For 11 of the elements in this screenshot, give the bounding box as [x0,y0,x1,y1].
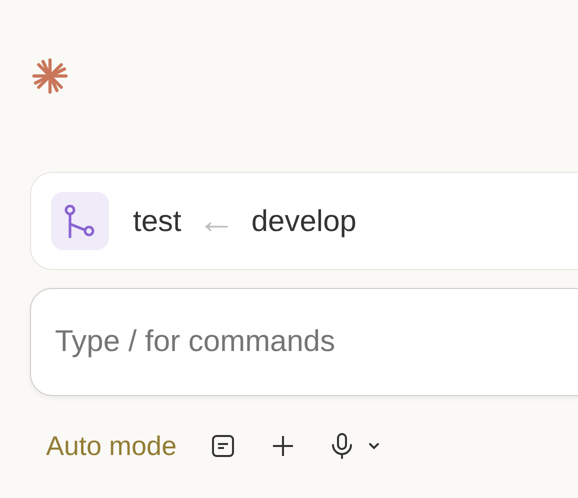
microphone-icon[interactable] [330,433,353,460]
mode-label[interactable]: Auto mode [46,426,177,466]
command-input[interactable]: Type / for commands [30,288,578,396]
source-branch: develop [251,204,356,240]
arrow-glyph: ← [197,202,236,240]
caret-icon[interactable] [366,441,381,452]
asterisk-logo [32,58,68,94]
branch-icon [51,192,109,250]
plus-icon[interactable] [270,434,295,458]
target-branch: test [133,204,182,240]
note-icon[interactable] [210,434,235,458]
